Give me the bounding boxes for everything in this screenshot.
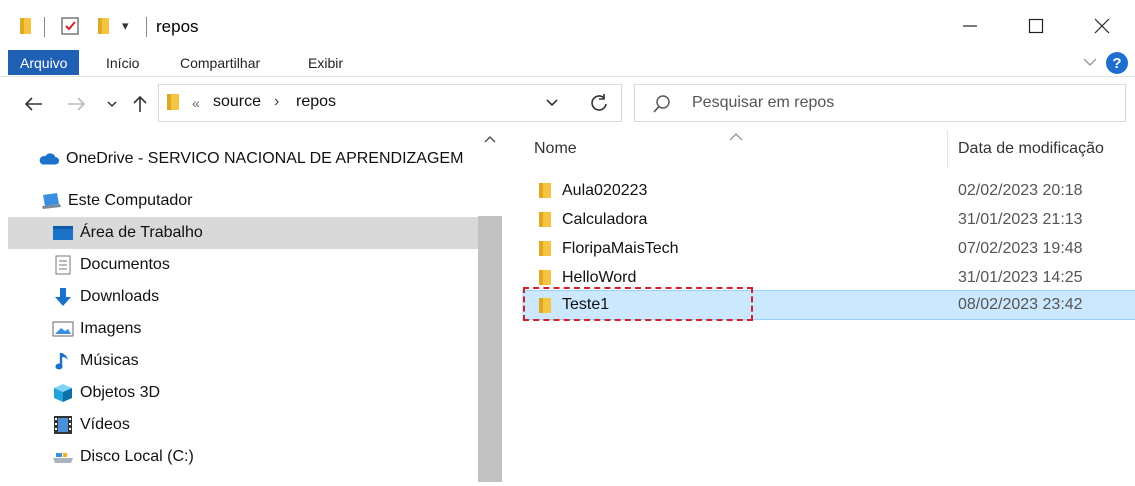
tab-exibir[interactable]: Exibir [296,50,355,75]
maximize-button[interactable] [1003,8,1069,44]
breadcrumb-source[interactable]: source [213,93,261,111]
music-note-icon [52,352,74,370]
properties-checkmark-icon[interactable] [60,15,82,37]
nav-item-objetos-3d[interactable]: Objetos 3D [8,377,478,409]
document-icon [52,255,74,275]
annotation-highlight-box [523,287,753,321]
breadcrumb-separator: › [274,93,280,110]
nav-item-label: Músicas [80,352,139,369]
window-title: repos [156,17,199,36]
folder-icon [538,211,552,228]
file-date: 08/02/2023 23:42 [958,296,1083,313]
nav-item-videos[interactable]: Vídeos [8,409,478,441]
address-dropdown-icon[interactable] [544,96,560,115]
tab-arquivo[interactable]: Arquivo [8,50,80,75]
nav-item-onedrive[interactable]: OneDrive - SERVICO NACIONAL DE APRENDIZA… [38,143,478,175]
file-row[interactable]: Calculadora 31/01/2023 21:13 [522,205,1135,234]
picture-icon [52,320,74,338]
nav-item-label: Objetos 3D [80,384,161,401]
nav-item-label: Este Computador [68,192,193,209]
file-date: 31/01/2023 14:25 [958,268,1083,286]
tab-inicio[interactable]: Início [94,50,151,75]
nav-item-label: Área de Trabalho [80,224,203,241]
recent-locations-dropdown[interactable] [98,90,126,118]
ribbon-expand-icon[interactable] [1082,54,1098,75]
drive-icon [52,448,74,466]
nav-pane-scrollbar[interactable] [478,128,502,482]
file-name: FloripaMaisTech [562,239,679,257]
cloud-icon [38,150,60,168]
folder-icon [166,92,180,117]
file-row[interactable]: FloripaMaisTech 07/02/2023 19:48 [522,234,1135,263]
new-folder-icon[interactable] [96,15,112,37]
file-date: 07/02/2023 19:48 [958,239,1083,257]
nav-item-label: Imagens [80,320,142,337]
search-icon [652,94,672,119]
minimize-button[interactable] [937,8,1003,44]
nav-item-label: Vídeos [80,416,130,433]
film-icon [52,416,74,434]
nav-item-label: Documentos [80,256,170,273]
sort-ascending-icon [729,128,743,146]
nav-item-label: Disco Local (C:) [80,448,194,465]
nav-item-documentos[interactable]: Documentos [8,249,478,281]
nav-item-este-computador[interactable]: Este Computador [40,185,478,217]
nav-item-musicas[interactable]: Músicas [8,345,478,377]
refresh-icon[interactable] [589,93,609,118]
close-button[interactable] [1069,8,1135,44]
column-header-data-de-modificacao[interactable]: Data de modificação [958,140,1104,158]
folder-icon [538,240,552,257]
column-header-nome[interactable]: Nome [534,140,577,158]
separator [44,17,45,37]
computer-icon [40,192,62,210]
download-arrow-icon [52,288,74,306]
file-date: 31/01/2023 21:13 [958,210,1083,228]
file-row[interactable]: Aula020223 02/02/2023 20:18 [522,176,1135,205]
nav-item-disco-local[interactable]: Disco Local (C:) [8,441,478,473]
nav-item-imagens[interactable]: Imagens [8,313,478,345]
separator [146,17,147,37]
file-name: Calculadora [562,210,648,228]
scroll-up-arrow-icon[interactable] [478,128,502,150]
file-name: Aula020223 [562,181,648,199]
nav-item-label: OneDrive - SERVICO NACIONAL DE APRENDIZA… [66,150,464,167]
file-date: 02/02/2023 20:18 [958,181,1083,199]
cube-icon [52,384,74,402]
tab-compartilhar[interactable]: Compartilhar [168,50,272,75]
quick-access-dropdown[interactable]: ▾ [122,15,129,37]
folder-icon [538,182,552,199]
desktop-icon [52,224,74,242]
search-placeholder: Pesquisar em repos [692,94,835,111]
nav-item-label: Downloads [80,288,160,305]
folder-icon [538,269,552,286]
overflow-chevron-icon[interactable]: « [192,95,200,111]
nav-item-downloads[interactable]: Downloads [8,281,478,313]
back-button[interactable] [20,90,48,118]
scrollbar-thumb[interactable] [478,216,502,482]
breadcrumb-repos[interactable]: repos [296,93,336,111]
up-button[interactable] [126,90,154,118]
file-name: HelloWord [562,268,637,286]
column-separator[interactable] [947,130,948,168]
folder-icon [18,15,34,37]
forward-button[interactable] [62,90,90,118]
help-icon[interactable]: ? [1106,52,1128,74]
nav-item-area-de-trabalho[interactable]: Área de Trabalho [8,217,478,249]
